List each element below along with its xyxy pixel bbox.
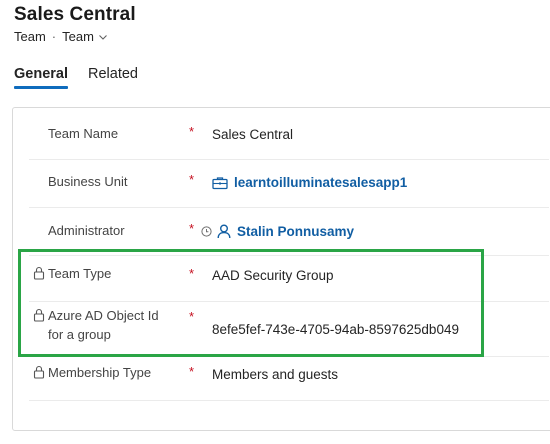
administrator-label: Administrator	[48, 223, 125, 238]
field-row-team-name: Team Name * Sales Central	[29, 108, 549, 160]
azure-ad-label-line1: Azure AD Object Id	[48, 308, 159, 323]
field-row-azure-ad-object-id: Azure AD Object Id for a group * 8efe5fe…	[29, 302, 549, 357]
business-unit-label: Business Unit	[48, 174, 128, 189]
form-selector-label: Team	[62, 29, 94, 44]
tab-related[interactable]: Related	[88, 66, 138, 89]
team-type-label-text: Team Type	[48, 266, 112, 281]
breadcrumb-separator: ·	[51, 29, 57, 44]
form-selector[interactable]: Team	[62, 29, 108, 44]
required-indicator: *	[189, 266, 195, 281]
page-title: Sales Central	[14, 4, 136, 25]
lock-icon	[33, 308, 45, 322]
general-section: Team Name * Sales Central Business Unit …	[12, 107, 550, 431]
form-header: Sales Central Team · Team	[14, 4, 136, 44]
lock-icon	[33, 266, 45, 280]
person-icon	[217, 224, 231, 239]
administrator-field[interactable]: Stalin Ponnusamy	[201, 222, 354, 241]
field-row-membership-type: Membership Type * Members and guests	[29, 357, 549, 403]
membership-type-label-text: Membership Type	[48, 365, 152, 380]
azure-ad-object-id-field[interactable]: 8efe5fef-743e-4705-94ab-8597625db049	[212, 320, 459, 339]
azure-ad-object-id-label-text: Azure AD Object Id for a group	[48, 306, 159, 344]
breadcrumb: Team · Team	[14, 29, 136, 44]
field-row-team-type: Team Type * AAD Security Group	[29, 256, 549, 302]
clock-icon	[201, 226, 212, 237]
team-type-label: Team Type	[33, 264, 111, 283]
field-row-business-unit: Business Unit * learntoilluminatesalesap…	[29, 160, 549, 208]
required-indicator: *	[189, 124, 195, 139]
required-indicator: *	[189, 172, 195, 187]
business-unit-field[interactable]: learntoilluminatesalesapp1	[212, 173, 407, 192]
chevron-down-icon	[98, 32, 108, 42]
briefcase-icon	[212, 176, 228, 190]
form-tabs: General Related	[14, 66, 158, 89]
required-indicator: *	[189, 309, 195, 324]
section-divider	[29, 400, 549, 401]
field-row-administrator: Administrator * Stalin Ponnusamy	[29, 208, 549, 256]
breadcrumb-entity: Team	[14, 29, 46, 44]
required-indicator: *	[189, 364, 195, 379]
business-unit-link[interactable]: learntoilluminatesalesapp1	[234, 173, 407, 192]
team-name-label: Team Name	[48, 126, 119, 141]
team-name-field[interactable]: Sales Central	[212, 125, 293, 144]
lock-icon	[33, 365, 45, 379]
required-indicator: *	[189, 221, 195, 236]
azure-ad-label-line2: for a group	[48, 327, 111, 342]
membership-type-field[interactable]: Members and guests	[212, 365, 338, 384]
membership-type-label: Membership Type	[33, 363, 151, 382]
tab-general[interactable]: General	[14, 66, 68, 89]
administrator-link[interactable]: Stalin Ponnusamy	[237, 222, 354, 241]
team-type-field[interactable]: AAD Security Group	[212, 266, 334, 285]
azure-ad-object-id-label: Azure AD Object Id for a group	[33, 306, 159, 344]
